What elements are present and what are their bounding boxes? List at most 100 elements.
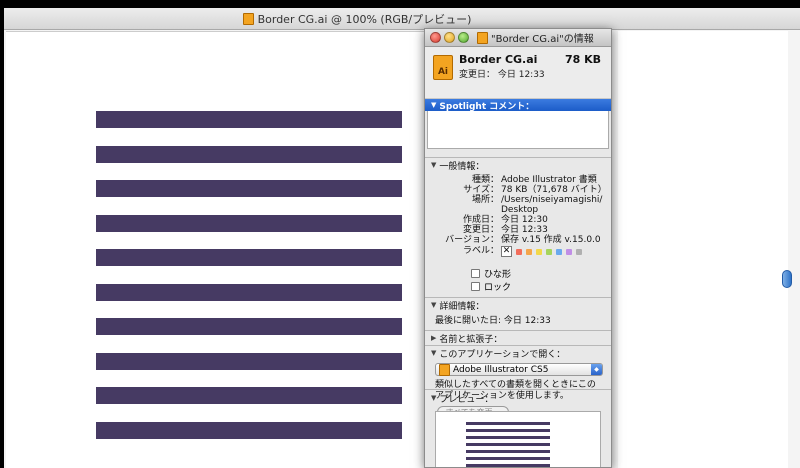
disclosure-closed-icon: ▶ (431, 334, 437, 342)
general-info-row: サイズ： 78 KB（71,678 バイト） (425, 185, 611, 195)
name-ext-section-header[interactable]: ▶ 名前と拡張子： (425, 331, 611, 345)
artwork-stripe[interactable] (96, 387, 402, 404)
preview-stripe (466, 457, 550, 460)
info-key: 場所： (471, 195, 499, 205)
info-value: 78 KB（71,678 バイト） (501, 185, 607, 195)
open-with-popup[interactable]: Adobe Illustrator CS5 ◆ (435, 363, 603, 376)
locked-checkbox[interactable] (471, 282, 480, 291)
info-value: Desktop (501, 205, 539, 215)
get-info-window: "Border CG.ai"の情報 Ai Border CG.ai 78 KB … (424, 28, 612, 468)
spotlight-section-header[interactable]: ▼ Spotlight コメント： (425, 99, 611, 112)
artwork-stripe[interactable] (96, 180, 402, 197)
locked-checkbox-row[interactable]: ロック (425, 280, 611, 293)
disclosure-open-icon: ▼ (431, 101, 437, 109)
open-with-app: Adobe Illustrator CS5 (453, 364, 549, 375)
artwork-stripe[interactable] (96, 249, 402, 266)
disclosure-open-icon: ▼ (431, 349, 437, 357)
label-color-swatch[interactable] (556, 248, 562, 255)
ai-file-icon (477, 31, 488, 44)
minimize-button[interactable] (444, 32, 455, 43)
preview-stripe (466, 464, 550, 467)
info-value: 今日 12:33 (501, 225, 548, 235)
stationery-checkbox-row[interactable]: ひな形 (425, 267, 611, 280)
artwork-stripe[interactable] (96, 145, 402, 163)
document-window: Border CG.ai @ 100% (RGB/プレビュー) (4, 8, 800, 468)
more-info-label: 詳細情報： (439, 301, 485, 312)
stationery-label: ひな形 (484, 270, 512, 280)
artwork-stripe[interactable] (96, 318, 402, 335)
info-value: 保存 v.15 作成 v.15.0.0 (501, 235, 601, 245)
stationery-checkbox[interactable] (471, 269, 480, 278)
info-title-text: "Border CG.ai"の情報 (491, 34, 594, 45)
info-titlebar[interactable]: "Border CG.ai"の情報 (425, 29, 611, 47)
info-window-title: "Border CG.ai"の情報 (477, 30, 594, 45)
document-title: Border CG.ai @ 100% (RGB/プレビュー) (257, 12, 472, 26)
disclosure-open-icon: ▼ (431, 301, 437, 309)
document-canvas[interactable] (4, 30, 800, 468)
document-titlebar[interactable]: Border CG.ai @ 100% (RGB/プレビュー) (4, 8, 800, 30)
info-key: バージョン： (445, 235, 499, 245)
general-info-list: 種類： Adobe Illustrator 書類 サイズ： 78 KB（71,678 … (425, 172, 611, 245)
document-title-wrap: Border CG.ai @ 100% (RGB/プレビュー) (242, 11, 472, 27)
preview-stripe (466, 422, 550, 425)
disclosure-open-icon: ▼ (431, 161, 437, 169)
preview-stripe (466, 450, 550, 453)
preview-image (435, 411, 601, 467)
label-color-swatch[interactable] (566, 248, 572, 255)
general-info-row: 種類： Adobe Illustrator 書類 (425, 175, 611, 185)
close-button[interactable] (430, 32, 441, 43)
spotlight-label: Spotlight コメント： (439, 101, 535, 112)
canvas-area-right[interactable] (618, 31, 788, 468)
label-picker: ✕ (501, 246, 611, 257)
label-color-swatch[interactable] (536, 248, 542, 255)
info-value: 今日 12:30 (501, 215, 548, 225)
general-info-row: 作成日： 今日 12:30 (425, 215, 611, 225)
locked-label: ロック (484, 283, 512, 293)
ai-file-icon (242, 12, 254, 25)
label-row: ラベル： ✕ (425, 246, 611, 257)
preview-section-header[interactable]: ▼ プレビュー： (425, 391, 493, 405)
scrollbar-thumb[interactable] (782, 270, 792, 288)
artwork-stripe[interactable] (96, 352, 402, 370)
general-info-row: Desktop (425, 205, 611, 215)
artboard[interactable] (6, 31, 426, 468)
info-key: 作成日： (462, 215, 499, 225)
label-color-swatch[interactable] (576, 248, 582, 255)
open-with-section-header[interactable]: ▼ このアプリケーションで開く： (425, 346, 611, 360)
last-opened-row: 最後に開いた日: 今日 12:33 (425, 312, 611, 330)
info-key: サイズ： (463, 185, 499, 195)
name-ext-label: 名前と拡張子： (439, 334, 503, 345)
label-color-swatch[interactable] (526, 248, 532, 255)
file-name: Border CG.ai (459, 53, 538, 66)
open-with-label: このアプリケーションで開く： (439, 349, 566, 360)
general-section-header[interactable]: ▼ 一般情報： (425, 158, 611, 172)
label-color-swatch[interactable] (516, 248, 522, 255)
file-modified: 変更日： 今日 12:33 (459, 70, 545, 80)
disclosure-open-icon: ▼ (431, 394, 437, 402)
general-info-row: 変更日： 今日 12:33 (425, 225, 611, 235)
more-info-section-header[interactable]: ▼ 詳細情報： (425, 298, 611, 312)
artwork-stripe[interactable] (96, 214, 402, 232)
file-size: 78 KB (564, 53, 601, 66)
general-label: 一般情報： (439, 161, 485, 172)
ai-app-icon (439, 363, 450, 376)
last-opened-text: 最後に開いた日: 今日 12:33 (435, 316, 551, 326)
info-header: Ai Border CG.ai 78 KB 変更日： 今日 12:33 (425, 47, 611, 99)
artwork-stripe[interactable] (96, 421, 402, 439)
spotlight-comment-field[interactable] (427, 111, 609, 149)
info-key: 種類： (471, 175, 499, 185)
zoom-button[interactable] (458, 32, 469, 43)
label-key: ラベル： (462, 246, 499, 256)
ai-document-icon: Ai (433, 55, 453, 80)
general-info-row: バージョン： 保存 v.15 作成 v.15.0.0 (425, 235, 611, 245)
info-key: 変更日： (462, 225, 499, 235)
preview-stripe (466, 443, 550, 446)
no-label-icon[interactable]: ✕ (501, 246, 512, 257)
info-value: /Users/niseiyamagishi/ (501, 195, 603, 205)
label-color-swatch[interactable] (546, 248, 552, 255)
info-value: Adobe Illustrator 書類 (501, 175, 597, 185)
artwork-stripe[interactable] (96, 283, 402, 301)
popup-arrows-icon: ◆ (591, 364, 602, 375)
preview-label: プレビュー： (439, 394, 494, 405)
artwork-stripe[interactable] (96, 111, 402, 128)
